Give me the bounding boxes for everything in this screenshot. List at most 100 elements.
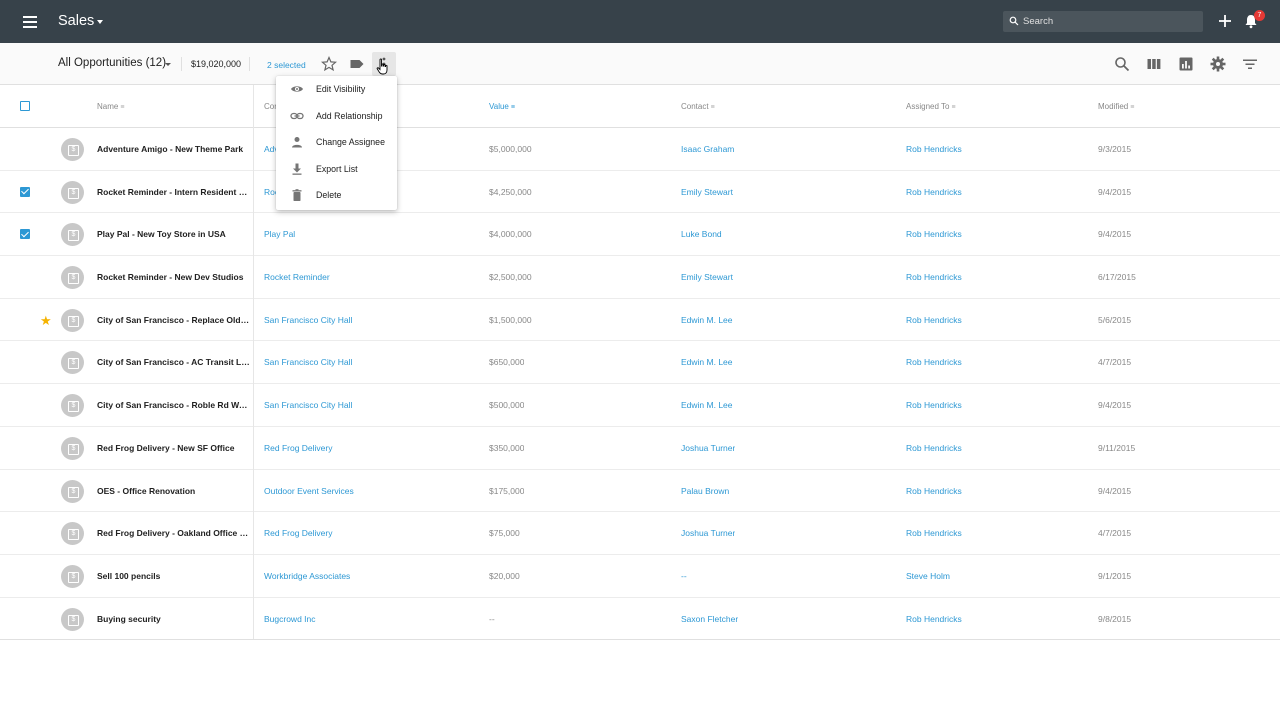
opportunity-name[interactable]: Adventure Amigo - New Theme Park [97,144,250,154]
tag-icon[interactable] [349,56,365,72]
opportunity-name[interactable]: Red Frog Delivery - New SF Office [97,443,250,453]
opportunity-value: $4,250,000 [489,186,532,197]
columns-view-icon[interactable] [1145,55,1163,73]
menu-item-edit-visibility[interactable]: Edit Visibility [276,76,397,102]
app-title[interactable]: Sales [58,13,94,29]
opportunity-name[interactable]: City of San Francisco - Replace Old Tele… [97,315,250,325]
table-row[interactable]: ★ City of San Francisco - Roble Rd Water… [0,384,1280,427]
star-outline-icon[interactable] [321,56,337,72]
row-checkbox[interactable] [20,186,30,197]
opportunity-name[interactable]: OES - Office Renovation [97,486,250,496]
select-all-checkbox[interactable] [20,101,30,111]
contact-link[interactable]: Joshua Turner [681,528,735,538]
assignee-link[interactable]: Rob Hendricks [906,357,962,367]
table-row[interactable]: ★ Rocket Reminder - Intern Resident Hous… [0,171,1280,214]
selected-count-link[interactable]: 2 selected [267,60,306,70]
contact-link[interactable]: Isaac Graham [681,144,734,154]
assignee-link[interactable]: Rob Hendricks [906,144,962,154]
opportunity-value: $175,000 [489,485,525,496]
opportunity-value: $500,000 [489,400,525,411]
assignee-link[interactable]: Rob Hendricks [906,187,962,197]
table-bottom-border [0,639,1280,640]
contact-link[interactable]: Emily Stewart [681,272,733,282]
opportunity-name[interactable]: Rocket Reminder - New Dev Studios [97,272,250,282]
assignee-link[interactable]: Rob Hendricks [906,272,962,282]
assignee-link[interactable]: Rob Hendricks [906,528,962,538]
assignee-link[interactable]: Rob Hendricks [906,443,962,453]
company-link[interactable]: Play Pal [264,229,295,239]
contact-link[interactable]: Emily Stewart [681,187,733,197]
menu-item-change-assignee[interactable]: Change Assignee [276,129,397,155]
search-input[interactable] [1023,14,1198,29]
assignee-link[interactable]: Steve Holm [906,571,950,581]
opportunity-name[interactable]: Play Pal - New Toy Store in USA [97,229,250,239]
company-link[interactable]: Rocket Reminder [264,272,330,282]
notification-count-badge: 7 [1254,10,1265,21]
company-link[interactable]: Red Frog Delivery [264,528,333,538]
hamburger-menu-icon[interactable] [20,12,40,32]
column-header-value[interactable]: Value ≡ [489,102,515,111]
app-switcher-caret-icon[interactable] [97,20,103,24]
opportunity-name[interactable]: Red Frog Delivery - Oakland Office Renov… [97,528,250,538]
table-row[interactable]: ★ Rocket Reminder - New Dev Studios Rock… [0,256,1280,299]
column-header-contact[interactable]: Contact ≡ [681,102,715,111]
table-row[interactable]: ★ City of San Francisco - AC Transit Lin… [0,341,1280,385]
opportunity-name[interactable]: Rocket Reminder - Intern Resident Housin… [97,187,250,197]
company-link[interactable]: San Francisco City Hall [264,315,352,325]
modified-date: 9/8/2015 [1098,613,1132,624]
table-row[interactable]: ★ Adventure Amigo - New Theme Park Adven… [0,128,1280,171]
menu-item-delete[interactable]: Delete [276,182,397,208]
column-header-assigned[interactable]: Assigned To ≡ [906,102,956,111]
opportunity-name[interactable]: Buying security [97,614,250,624]
opportunity-name[interactable]: City of San Francisco - Roble Rd Water L… [97,400,250,410]
gear-icon[interactable] [1209,55,1227,73]
add-plus-icon[interactable] [1217,13,1233,29]
assignee-link[interactable]: Rob Hendricks [906,486,962,496]
menu-item-export-list[interactable]: Export List [276,156,397,182]
contact-link[interactable]: -- [681,571,687,581]
table-row[interactable]: ★ Buying security Bugcrowd Inc -- Saxon … [0,598,1280,641]
chart-icon[interactable] [1177,55,1195,73]
table-row[interactable]: ★ Sell 100 pencils Workbridge Associates… [0,555,1280,598]
table-body: ★ Adventure Amigo - New Theme Park Adven… [0,128,1280,641]
more-actions-menu: Edit Visibility Add Relationship Change … [276,76,397,210]
view-selector-caret-icon[interactable] [165,63,171,66]
company-link[interactable]: San Francisco City Hall [264,400,352,410]
search-box[interactable] [1003,11,1203,32]
contact-link[interactable]: Luke Bond [681,229,722,239]
assignee-link[interactable]: Rob Hendricks [906,614,962,624]
assignee-link[interactable]: Rob Hendricks [906,229,962,239]
column-header-modified[interactable]: Modified ≡ [1098,102,1134,111]
contact-link[interactable]: Joshua Turner [681,443,735,453]
contact-link[interactable]: Edwin M. Lee [681,400,733,410]
search-icon[interactable] [1113,55,1131,73]
table-row[interactable]: ★ Red Frog Delivery - New SF Office Red … [0,427,1280,470]
company-link[interactable]: San Francisco City Hall [264,357,352,367]
company-link[interactable]: Red Frog Delivery [264,443,333,453]
view-selector[interactable]: All Opportunities (12) [58,57,166,69]
table-row[interactable]: ★ Red Frog Delivery - Oakland Office Ren… [0,512,1280,555]
star-filled-icon[interactable]: ★ [40,314,52,327]
company-link[interactable]: Bugcrowd Inc [264,614,316,624]
contact-link[interactable]: Edwin M. Lee [681,315,733,325]
assignee-link[interactable]: Rob Hendricks [906,400,962,410]
contact-link[interactable]: Saxon Fletcher [681,614,738,624]
company-link[interactable]: Outdoor Event Services [264,486,354,496]
list-toolbar: All Opportunities (12) $19,020,000 2 sel… [0,43,1280,85]
opportunities-table: Name≡ Company≡ Value≡ Contact≡ Assigned … [0,85,1280,641]
opportunity-name[interactable]: Sell 100 pencils [97,571,250,581]
opportunity-value: $650,000 [489,357,525,368]
table-row[interactable]: ★ OES - Office Renovation Outdoor Event … [0,470,1280,513]
column-header-name[interactable]: Name ≡ [97,102,124,111]
table-row[interactable]: ★ Play Pal - New Toy Store in USA Play P… [0,213,1280,257]
assignee-link[interactable]: Rob Hendricks [906,315,962,325]
company-link[interactable]: Workbridge Associates [264,571,350,581]
menu-item-add-relationship[interactable]: Add Relationship [276,103,397,129]
contact-link[interactable]: Edwin M. Lee [681,357,733,367]
opportunity-name[interactable]: City of San Francisco - AC Transit Line … [97,357,250,367]
row-checkbox[interactable] [20,229,30,240]
table-row[interactable]: ★ City of San Francisco - Replace Old Te… [0,299,1280,342]
opportunity-avatar-icon [61,479,84,503]
filter-icon[interactable] [1241,55,1259,73]
contact-link[interactable]: Palau Brown [681,486,729,496]
